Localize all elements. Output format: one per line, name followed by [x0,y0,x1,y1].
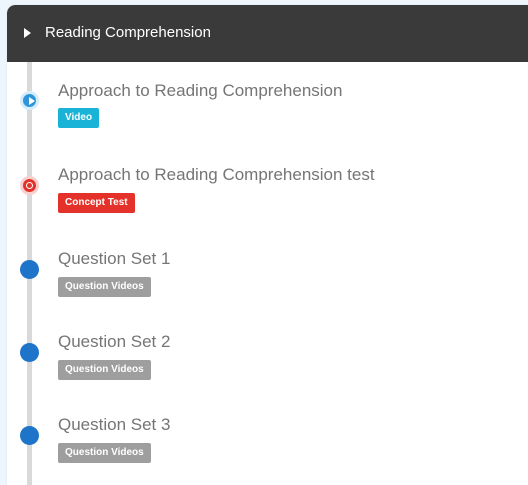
caret-right-icon[interactable] [24,28,31,38]
play-icon[interactable] [20,91,39,110]
lesson-item[interactable]: Question Set 2 Question Videos [7,314,528,394]
lesson-title[interactable]: Question Set 2 [58,331,170,353]
lesson-item[interactable]: Question Set 3 Question Videos [7,397,528,477]
lesson-title[interactable]: Approach to Reading Comprehension [58,80,342,102]
lesson-badge: Video [58,108,100,128]
lesson-item[interactable]: Approach to Reading Comprehension Video [7,62,528,142]
section-title: Reading Comprehension [45,24,211,41]
lesson-item[interactable]: Approach to Reading Comprehension test C… [7,147,528,227]
lesson-badge: Question Videos [58,277,151,297]
lesson-badge: Concept Test [58,193,135,213]
dot-icon [20,343,39,362]
dot-icon [20,426,39,445]
dot-icon [20,260,39,279]
lesson-title[interactable]: Approach to Reading Comprehension test [58,164,375,186]
lesson-title[interactable]: Question Set 1 [58,248,170,270]
lesson-badge: Question Videos [58,360,151,380]
lesson-title[interactable]: Question Set 3 [58,414,170,436]
lesson-item[interactable]: Question Set 1 Question Videos [7,231,528,311]
course-section-panel: Reading Comprehension Approach to Readin… [7,5,528,485]
lesson-badge: Question Videos [58,443,151,463]
timer-icon[interactable] [20,176,39,195]
section-header[interactable]: Reading Comprehension [7,5,528,62]
